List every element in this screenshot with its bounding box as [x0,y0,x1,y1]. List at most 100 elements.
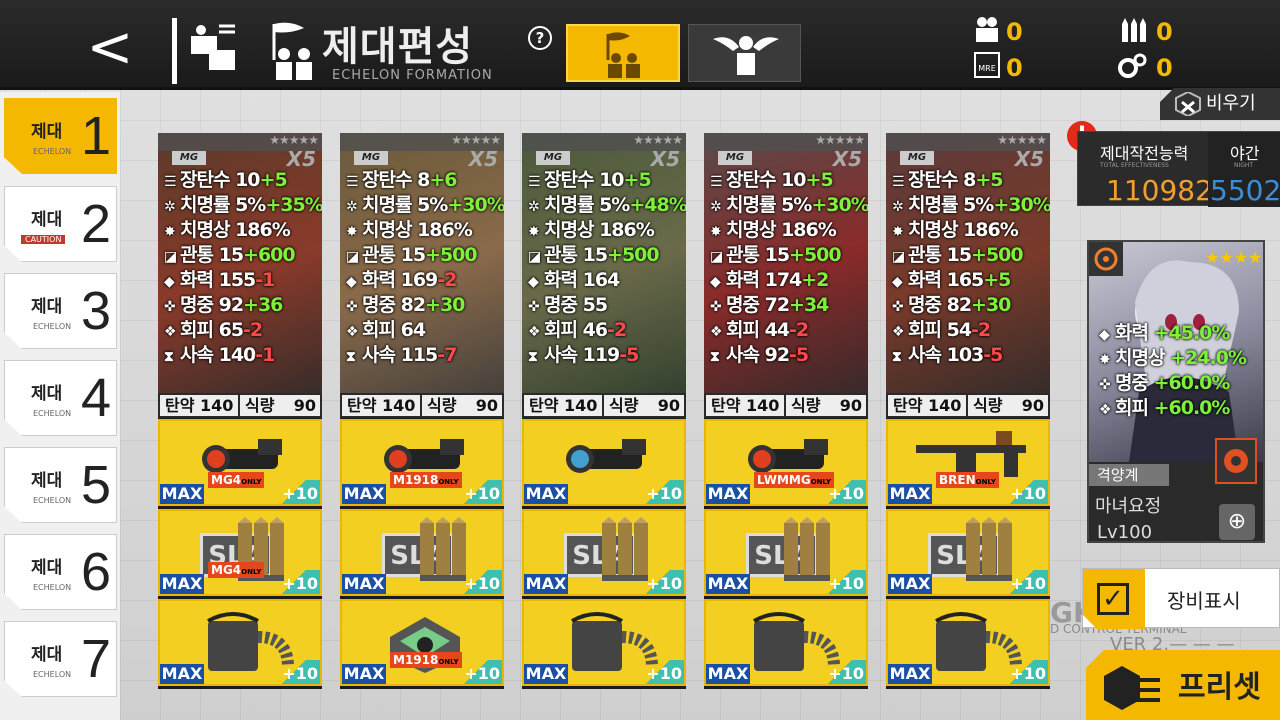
checkbox[interactable]: ✓ [1083,569,1145,629]
supply-bar: 탄약 140 식량 90 [340,393,504,418]
fairy-level: Lv100 [1097,522,1153,543]
fairy-stat: ✜ 명중 +60.0% [1099,372,1230,394]
show-equipment-toggle[interactable]: ✓ 장비표시 [1082,568,1280,629]
exclusive-badge: LWMMGONLY [754,472,834,488]
equipment-slot[interactable]: MAX +10 [522,419,686,506]
stat-eva: ❖ 회피 46-2 [528,319,627,341]
page-title: 제대편성 [322,24,474,70]
enhance-level: +10 [826,480,866,504]
supply-bar: 탄약 140 식량 90 [704,393,868,418]
ration-supply: 식량 90 [786,395,866,416]
fairy-type: 격양계 [1089,464,1169,486]
max-badge: MAX [888,484,932,504]
doll-card[interactable]: ★★★★★ MG X5 ☰ 장탄수 10+5 ✲ 치명률 5%+48% ✸ 치명상 186% ◪ 관… [522,133,686,689]
doll-stats: ☰ 장탄수 10+5 ✲ 치명률 5%+48% ✸ 치명상 186% ◪ 관통 15+500 ◆… [528,165,686,366]
tab-dolls[interactable] [566,24,680,82]
clear-echelon-button[interactable]: 비우기 [1160,88,1280,120]
enhance-level: +10 [280,480,320,504]
equipment-slot[interactable]: SLA MAX +10 [522,509,686,596]
max-badge: MAX [160,664,204,684]
equipment-slot[interactable]: MAX MG4ONLY +10 [158,419,322,506]
stat-acc: ✜ 명중 82+30 [346,294,465,316]
stat-fire: ◆ 화력 165+5 [892,269,1011,291]
preset-button[interactable]: 프리셋 [1086,650,1280,720]
ammo-value: 0 [1156,18,1173,46]
equipment-slot[interactable]: SLA MAX +10 [704,509,868,596]
top-bar: < 제대편성 ECHELON FORMATION ? 0 MRE 0 0 0 [0,0,1280,90]
stat-rof: ⧗ 사속 103-5 [892,344,1003,366]
equipment-slot[interactable]: SLA MAX MG4ONLY +10 [158,509,322,596]
echelon-tab-4[interactable]: 제대 ECHELON 4 [4,360,117,436]
weapon-type-badge: MG [900,151,934,165]
stat-crit: ✲ 치명률 5%+35% [164,194,322,216]
doll-card[interactable]: ★★★★★ MG X5 ☰ 장탄수 8+6 ✲ 치명률 5%+30% ✸ 치명상 186% ◪ 관통… [340,133,504,689]
doll-count-icon [972,14,1002,44]
stat-armorpen: ◪ 관통 15+500 [892,244,1024,266]
stat-rof: ⧗ 사속 140-1 [164,344,275,366]
doll-portrait[interactable]: ★★★★★ MG X5 ☰ 장탄수 8+5 ✲ 치명률 5%+30% ✸ 치명상 186% ◪ 관통… [886,133,1050,418]
equipment-slot[interactable]: MAX BRENONLY +10 [886,419,1050,506]
fairy-stars: ★★★★ [1205,248,1263,267]
equipment-slot[interactable]: MAX +10 [886,599,1050,686]
echelon-sub: ECHELON [33,147,72,156]
max-badge: MAX [706,664,750,684]
stat-acc: ✜ 명중 72+34 [710,294,829,316]
echelon-tab-1[interactable]: 제대 ECHELON 1 [4,98,117,174]
equipment-slot[interactable]: MAX +10 [704,599,868,686]
equipment-slot[interactable]: MAX +10 [522,599,686,686]
night-label: 야간 [1230,144,1260,163]
stat-clip: ☰ 장탄수 8+6 [346,169,457,191]
stat-rof: ⧗ 사속 92-5 [710,344,809,366]
stat-clip: ☰ 장탄수 10+5 [528,169,652,191]
help-button[interactable]: ? [528,26,552,50]
zoom-icon[interactable]: ⊕ [1219,504,1255,540]
stat-fire: ◆ 화력 164 [528,269,620,291]
echelon-tab-7[interactable]: 제대 ECHELON 7 [4,621,117,697]
back-button[interactable]: < [80,18,140,78]
doll-card[interactable]: ★★★★★ MG X5 ☰ 장탄수 10+5 ✲ 치명률 5%+35% ✸ 치명상 186% ◪ 관… [158,133,322,689]
enhance-level: +10 [1008,480,1048,504]
fairy-stat: ❖ 회피 +60.0% [1099,397,1230,419]
enhance-level: +10 [1008,570,1048,594]
max-badge: MAX [706,574,750,594]
fairy-stat: ✸ 치명상 +24.0% [1099,347,1247,369]
doll-portrait[interactable]: ★★★★★ MG X5 ☰ 장탄수 10+5 ✲ 치명률 5%+30% ✸ 치명상 186% ◪ 관… [704,133,868,418]
enhance-level: +10 [644,570,684,594]
enhance-level: +10 [280,660,320,684]
enhance-level: +10 [462,480,502,504]
equipment-slot[interactable]: MAX LWMMGONLY +10 [704,419,868,506]
equipment-slot[interactable]: SLA MAX +10 [886,509,1050,596]
stat-crit: ✲ 치명률 5%+30% [710,194,868,216]
doll-card[interactable]: ★★★★★ MG X5 ☰ 장탄수 8+5 ✲ 치명률 5%+30% ✸ 치명상 186% ◪ 관통… [886,133,1050,689]
max-badge: MAX [524,484,568,504]
max-badge: MAX [706,484,750,504]
max-badge: MAX [524,574,568,594]
combat-effectiveness-panel: 제대작전능력 TOTAL EFFECTIVENESS 110982 야간 NIG… [1077,131,1280,207]
exclusive-badge: M1918ONLY [390,472,462,488]
preset-label: 프리셋 [1178,670,1261,705]
supply-bar: 탄약 140 식량 90 [158,393,322,418]
doll-portrait[interactable]: ★★★★★ MG X5 ☰ 장탄수 10+5 ✲ 치명률 5%+48% ✸ 치명상 186% ◪ 관… [522,133,686,418]
equipment-slot[interactable]: MAX +10 [158,599,322,686]
echelon-sub: ECHELON [33,322,72,331]
echelon-sub: ECHELON [33,496,72,505]
echelon-tab-3[interactable]: 제대 ECHELON 3 [4,273,117,349]
doll-card[interactable]: ★★★★★ MG X5 ☰ 장탄수 10+5 ✲ 치명률 5%+30% ✸ 치명상 186% ◪ 관… [704,133,868,689]
max-badge: MAX [342,574,386,594]
tab-fairy[interactable] [688,24,801,82]
equipment-slot[interactable]: MAX M1918ONLY +10 [340,599,504,686]
equipment-slot[interactable]: SLA MAX +10 [340,509,504,596]
enhance-level: +10 [1008,660,1048,684]
ammo-supply: 탄약 140 [524,395,602,416]
formation-icon-button[interactable] [172,18,238,84]
equipment-slot[interactable]: MAX M1918ONLY +10 [340,419,504,506]
fairy-card[interactable]: ★★★★ ◆ 화력 +45.0% ✸ 치명상 +24.0% ✜ 명중 +60.0% ❖… [1087,240,1265,543]
doll-portrait[interactable]: ★★★★★ MG X5 ☰ 장탄수 8+6 ✲ 치명률 5%+30% ✸ 치명상 186% ◪ 관통… [340,133,504,418]
echelon-tab-6[interactable]: 제대 ECHELON 6 [4,534,117,610]
echelon-tab-2[interactable]: 제대 CAUTION 2 [4,186,117,262]
fairy-skill-icon[interactable] [1215,438,1257,484]
doll-portrait[interactable]: ★★★★★ MG X5 ☰ 장탄수 10+5 ✲ 치명률 5%+35% ✸ 치명상 186% ◪ 관… [158,133,322,418]
echelon-label: 제대 [31,122,63,142]
stat-clip: ☰ 장탄수 10+5 [164,169,288,191]
echelon-tab-5[interactable]: 제대 ECHELON 5 [4,447,117,523]
